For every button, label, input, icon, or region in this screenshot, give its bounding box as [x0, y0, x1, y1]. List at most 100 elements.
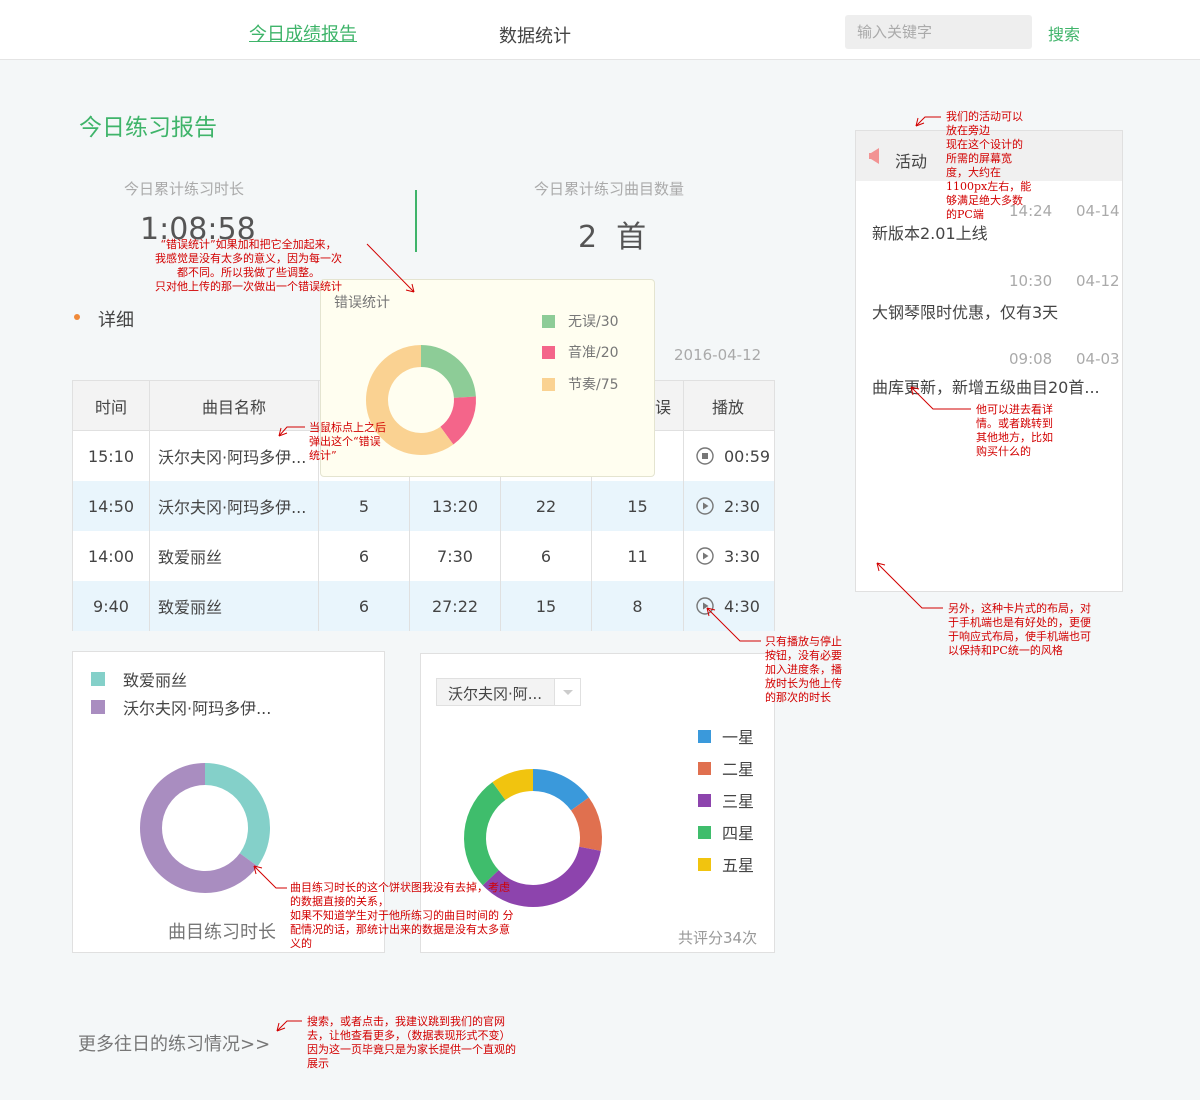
legend-label: 二星: [722, 760, 755, 779]
total-pieces-label: 今日累计练习曲目数量: [534, 180, 685, 198]
play-icon[interactable]: [696, 497, 714, 515]
annotation-pie: 曲目练习时长的这个饼状图我没有去掉，考虑 的数据直接的关系， 如果不知道学生对于他所…: [290, 881, 514, 950]
page-title: 今日练习报告: [79, 115, 217, 141]
play-icon[interactable]: [696, 547, 714, 565]
legend-three-star: 三星: [698, 788, 754, 812]
total-duration-label: 今日累计练习时长: [124, 180, 245, 198]
news-time: 09:08: [1009, 350, 1053, 368]
legend-piece-1: 致爱丽丝: [91, 667, 187, 691]
news-item[interactable]: 新版本2.01上线: [872, 220, 988, 244]
cell-col4: 7:30: [410, 531, 501, 581]
legend-five-star: 五星: [698, 852, 754, 876]
news-item[interactable]: 大钢琴限时优惠，仅有3天: [872, 299, 1058, 323]
legend-rhythm: 节奏/75: [542, 374, 619, 394]
nav-data-stats[interactable]: 数据统计: [499, 22, 571, 48]
play-duration: 3:30: [724, 546, 760, 566]
annotation-hover: 当鼠标点上之后 弹出这个“错误 统计”: [309, 421, 386, 462]
news-date: 04-14: [1076, 202, 1120, 220]
cell-errors: 8: [592, 581, 684, 631]
legend-one-star: 一星: [698, 724, 754, 748]
search-input[interactable]: [845, 15, 1032, 49]
cell-col4: 13:20: [410, 481, 501, 531]
legend-label: 无误/30: [568, 314, 619, 330]
cell-piece-name: 致爱丽丝: [150, 581, 319, 631]
search-button[interactable]: 搜索: [1048, 21, 1080, 45]
table-row: 14:00 致爱丽丝 6 7:30 6 11 3:30: [73, 531, 774, 581]
cell-col3: 5: [319, 481, 410, 531]
donut-slice-无误: [420, 345, 476, 399]
donut-slice-四星: [464, 782, 506, 886]
cell-errors: 15: [592, 481, 684, 531]
donut-slice-致爱丽丝: [204, 763, 270, 867]
detail-date: 2016-04-12: [674, 346, 762, 364]
cell-col4: 27:22: [410, 581, 501, 631]
legend-label: 四星: [722, 824, 755, 843]
donut-slice-一星: [532, 769, 589, 811]
col-header-play: 播放: [712, 397, 745, 417]
news-item[interactable]: 曲库更新，新增五级曲目20首...: [872, 374, 1100, 398]
nav-today-report[interactable]: 今日成绩报告: [249, 20, 357, 46]
piece-select[interactable]: 沃尔夫冈·阿...: [436, 678, 581, 706]
play-duration: 2:30: [724, 496, 760, 516]
col-header-time: 时间: [73, 381, 150, 430]
legend-two-star: 二星: [698, 756, 754, 780]
cell-col5: 22: [501, 481, 592, 531]
donut-slice-二星: [570, 797, 602, 851]
play-duration: 4:30: [724, 596, 760, 616]
donut-slice-五星: [492, 769, 534, 801]
cell-col3: 6: [319, 531, 410, 581]
activity-title: 活动: [895, 152, 928, 171]
legend-swatch: [698, 793, 711, 807]
play-duration: 00:59: [724, 446, 771, 466]
play-icon[interactable]: [696, 597, 714, 615]
cell-piece-name: 沃尔夫冈·阿玛多伊...: [150, 431, 319, 481]
table-row: 14:50 沃尔夫冈·阿玛多伊... 5 13:20 22 15 2:30: [73, 481, 774, 531]
annotation-activity-detail: 他可以进去看详 情。或者跳转到 其他地方，比如 购买什么的: [976, 403, 1053, 458]
cell-col5: 15: [501, 581, 592, 631]
news-time: 10:30: [1009, 272, 1053, 290]
chevron-down-icon[interactable]: [554, 679, 580, 705]
legend-label: 沃尔夫冈·阿玛多伊...: [123, 699, 272, 718]
duration-donut-chart: [140, 763, 270, 893]
legend-piece-2: 沃尔夫冈·阿玛多伊...: [91, 695, 271, 719]
annotation-activity-side: 我们的活动可以 放在旁边 现在这个设计的 所需的屏幕宽 度，大约在 1100px左右，能够…: [946, 110, 1032, 221]
more-history-link[interactable]: 更多往日的练习情况>>: [78, 1030, 270, 1056]
stats-divider: [415, 190, 417, 252]
play-control[interactable]: 00:59: [684, 431, 774, 481]
annotation-play: 只有播放与停止 按钮，没有必要 加入进度条，播 放时长为他上传 的那次的时长: [765, 635, 842, 704]
annotation-card-layout: 另外，这种卡片式的布局，对 于手机端也是有好处的，更便 于响应式布局，使手机端也可以…: [948, 602, 1091, 657]
legend-swatch: [698, 825, 711, 839]
cell-time: 9:40: [73, 581, 150, 631]
legend-swatch: [698, 761, 711, 775]
legend-swatch: [698, 857, 711, 871]
legend-label: 三星: [722, 792, 755, 811]
play-control[interactable]: 2:30: [684, 481, 774, 531]
legend-pitch: 音准/20: [542, 342, 619, 362]
annotation-more: 搜索，或者点击，我建议跳到我们的官网 去，让他查看更多，（数据表现形式不变） 因为这…: [307, 1015, 516, 1070]
legend-label: 音准/20: [568, 345, 619, 361]
detail-bullet: [74, 314, 80, 320]
stop-icon[interactable]: [696, 447, 714, 465]
annotation-error-stats: “错误统计”如果加和把它全加起来， 我感觉是没有太多的意义，因为每一次 都不同。所以…: [155, 238, 342, 293]
play-control[interactable]: 4:30: [684, 581, 774, 631]
legend-label: 节奏/75: [568, 377, 619, 393]
speaker-icon: [869, 148, 879, 164]
donut-slice-音准: [439, 396, 476, 445]
legend-label: 致爱丽丝: [123, 671, 188, 690]
detail-heading: 详细: [98, 310, 134, 331]
rating-count: 共评分34次: [678, 929, 758, 947]
news-date: 04-12: [1076, 272, 1120, 290]
total-pieces-value: 2 首: [578, 220, 647, 255]
legend-swatch: [542, 377, 555, 391]
cell-col5: 6: [501, 531, 592, 581]
legend-label: 一星: [722, 728, 755, 747]
legend-four-star: 四星: [698, 820, 754, 844]
table-row: 9:40 致爱丽丝 6 27:22 15 8 4:30: [73, 581, 774, 631]
col-header-name: 曲目名称: [150, 381, 319, 430]
legend-correct: 无误/30: [542, 311, 619, 331]
cell-col3: 6: [319, 581, 410, 631]
play-control[interactable]: 3:30: [684, 531, 774, 581]
popup-title: 错误统计: [334, 295, 390, 311]
legend-label: 五星: [722, 856, 755, 875]
cell-errors: 11: [592, 531, 684, 581]
